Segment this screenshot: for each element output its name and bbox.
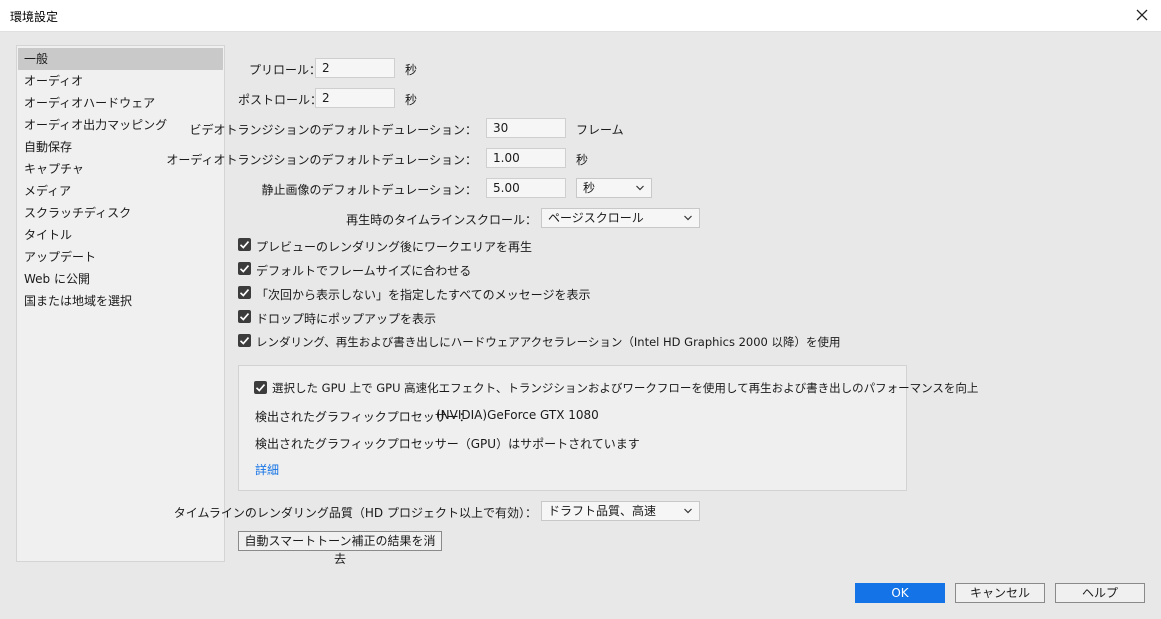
render-quality-label: タイムラインのレンダリング品質（HD プロジェクト以上で有効）： (173, 506, 537, 520)
checkbox-play-workarea[interactable] (238, 238, 251, 251)
gpu-acceleration-label: 選択した GPU 上で GPU 高速化エフェクト、トランジションおよびワークフロ… (272, 381, 979, 395)
checkbox-play-workarea-label: プレビューのレンダリング後にワークエリアを再生 (256, 240, 533, 254)
postroll-input[interactable] (315, 88, 395, 108)
audio-transition-input[interactable] (486, 148, 566, 168)
postroll-label: ポストロール： (238, 93, 323, 107)
checkmark-icon (239, 313, 250, 321)
checkmark-icon (239, 289, 250, 297)
chevron-down-icon (684, 508, 692, 514)
checkbox-gpu-acceleration[interactable] (254, 381, 267, 394)
preroll-label: プリロール： (249, 63, 322, 77)
timeline-scroll-value: ページスクロール (548, 211, 644, 225)
checkbox-fit-frame-size-label: デフォルトでフレームサイズに合わせる (256, 264, 472, 278)
close-icon[interactable] (1131, 4, 1153, 26)
audio-transition-unit: 秒 (576, 153, 589, 167)
checkmark-icon (255, 384, 266, 392)
preroll-unit: 秒 (405, 63, 418, 77)
ok-button[interactable]: OK (855, 583, 945, 603)
checkbox-fit-frame-size[interactable] (238, 262, 251, 275)
sidebar-item-titles[interactable]: タイトル (18, 224, 223, 246)
chevron-down-icon (684, 215, 692, 221)
still-image-input[interactable] (486, 178, 566, 198)
video-transition-label: ビデオトランジションのデフォルトデュレーション： (189, 123, 477, 137)
gpu-details-link[interactable]: 詳細 (255, 461, 279, 478)
sidebar-item-updates[interactable]: アップデート (18, 246, 223, 268)
audio-transition-label: オーディオトランジションのデフォルトデュレーション： (166, 153, 477, 167)
preroll-input[interactable] (315, 58, 395, 78)
still-image-label: 静止画像のデフォルトデュレーション： (261, 183, 477, 197)
checkbox-popup-on-drop[interactable] (238, 310, 251, 323)
still-image-unit-value: 秒 (583, 181, 596, 195)
sidebar-item-general[interactable]: 一般 (18, 48, 223, 70)
help-button[interactable]: ヘルプ (1055, 583, 1145, 603)
timeline-scroll-dropdown[interactable]: ページスクロール (541, 208, 700, 228)
postroll-unit: 秒 (405, 93, 418, 107)
sidebar-item-scratch-disks[interactable]: スクラッチディスク (18, 202, 223, 224)
timeline-scroll-label: 再生時のタイムラインスクロール： (346, 213, 537, 227)
title-bar: 環境設定 (0, 0, 1161, 32)
gpu-acceleration-group: 選択した GPU 上で GPU 高速化エフェクト、トランジションおよびワークフロ… (238, 365, 978, 491)
still-image-unit-dropdown[interactable]: 秒 (576, 178, 652, 198)
sidebar-item-select-region[interactable]: 国または地域を選択 (18, 290, 223, 312)
gpu-supported-text: 検出されたグラフィックプロセッサー（GPU）はサポートされています (255, 437, 640, 451)
clear-smart-tone-button[interactable]: 自動スマートトーン補正の結果を消去 (238, 531, 442, 566)
window-title: 環境設定 (10, 10, 59, 24)
sidebar-item-audio[interactable]: オーディオ (18, 70, 223, 92)
render-quality-value: ドラフト品質、高速 (548, 504, 657, 518)
checkmark-icon (239, 337, 250, 345)
video-transition-input[interactable] (486, 118, 566, 138)
video-transition-unit: フレーム (576, 123, 624, 137)
checkbox-popup-on-drop-label: ドロップ時にポップアップを表示 (256, 312, 437, 326)
render-quality-dropdown[interactable]: ドラフト品質、高速 (541, 501, 700, 521)
sidebar-item-publish-web[interactable]: Web に公開 (18, 268, 223, 290)
checkbox-hardware-acceleration[interactable] (238, 334, 251, 347)
chevron-down-icon (636, 185, 644, 191)
checkmark-icon (239, 265, 250, 273)
checkbox-show-all-messages[interactable] (238, 286, 251, 299)
cancel-button[interactable]: キャンセル (955, 583, 1045, 603)
checkbox-hardware-acceleration-label: レンダリング、再生および書き出しにハードウェアアクセラレーション（Intel H… (256, 335, 841, 349)
checkbox-show-all-messages-label: 「次回から表示しない」を指定したすべてのメッセージを表示 (256, 288, 591, 302)
checkmark-icon (239, 241, 250, 249)
detected-gpu-value: (NVIDIA)GeForce GTX 1080 (436, 408, 599, 422)
sidebar-item-media[interactable]: メディア (18, 180, 223, 202)
sidebar-item-audio-hardware[interactable]: オーディオハードウェア (18, 92, 223, 114)
